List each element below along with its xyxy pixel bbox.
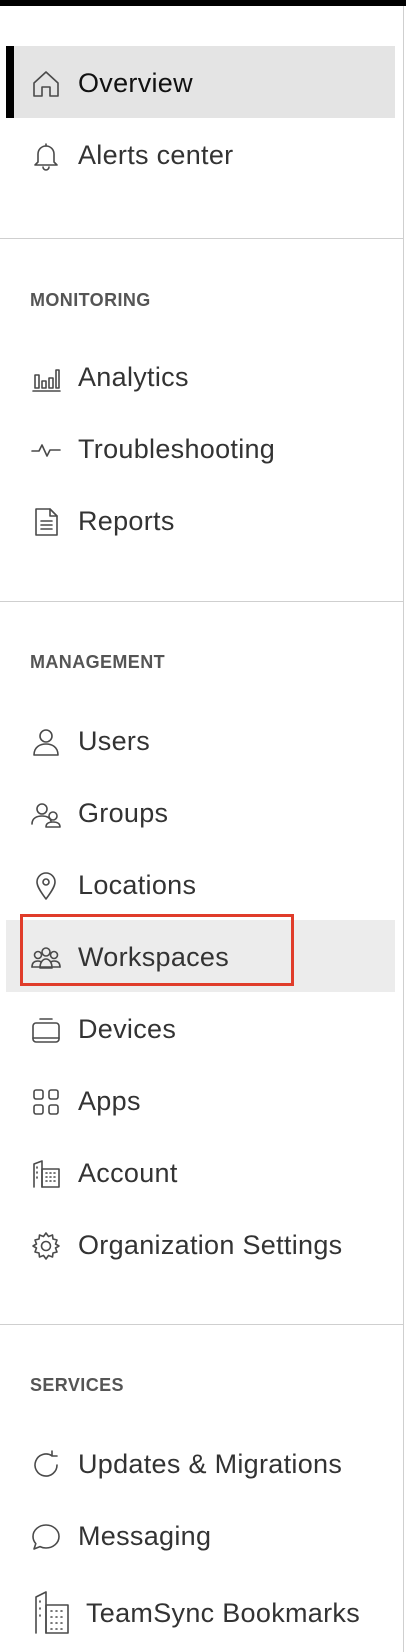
location-pin-icon	[30, 870, 62, 902]
section-divider	[0, 238, 403, 239]
bell-icon	[30, 140, 62, 172]
sidebar-item-organization-settings[interactable]: Organization Settings	[6, 1208, 395, 1280]
building-icon	[30, 1158, 62, 1190]
sidebar-item-label: Workspaces	[78, 942, 230, 972]
sidebar-item-label: Apps	[78, 1086, 141, 1116]
sidebar-item-overview[interactable]: Overview	[6, 46, 395, 118]
bookmark-building-icon	[30, 1589, 72, 1635]
sidebar-item-troubleshooting[interactable]: Troubleshooting	[6, 412, 395, 484]
sidebar-item-reports[interactable]: Reports	[6, 484, 395, 556]
sidebar-item-label: Reports	[78, 506, 175, 536]
sidebar-item-label: Overview	[78, 68, 193, 98]
apps-grid-icon	[30, 1086, 62, 1118]
sidebar-item-label: Account	[78, 1158, 178, 1188]
sidebar-nav: Overview Alerts center MONITORING Analyt…	[0, 6, 404, 1652]
section-divider	[0, 1324, 403, 1325]
sidebar-item-groups[interactable]: Groups	[6, 776, 395, 848]
sidebar-item-label: Updates & Migrations	[78, 1449, 343, 1479]
chat-bubble-icon	[30, 1521, 62, 1553]
sidebar-item-label: Groups	[78, 798, 169, 828]
section-title-monitoring: MONITORING	[30, 290, 151, 310]
sidebar-item-workspaces[interactable]: Workspaces	[6, 920, 395, 992]
gear-icon	[30, 1230, 62, 1262]
sidebar-item-label: Troubleshooting	[78, 434, 276, 464]
device-icon	[30, 1014, 62, 1046]
pulse-icon	[30, 434, 62, 466]
sidebar-item-devices[interactable]: Devices	[6, 992, 395, 1064]
sidebar-item-label: TeamSync Bookmarks	[86, 1598, 360, 1628]
sidebar-item-account[interactable]: Account	[6, 1136, 395, 1208]
refresh-icon	[30, 1449, 62, 1481]
document-icon	[30, 506, 62, 538]
workspaces-icon	[30, 942, 62, 974]
section-divider	[0, 601, 403, 602]
sidebar-item-apps[interactable]: Apps	[6, 1064, 395, 1136]
sidebar-item-teamsync-bookmarks[interactable]: TeamSync Bookmarks	[6, 1571, 395, 1652]
user-icon	[30, 726, 62, 758]
sidebar-item-label: Users	[78, 726, 151, 756]
sidebar-item-label: Analytics	[78, 362, 189, 392]
sidebar-item-analytics[interactable]: Analytics	[6, 340, 395, 412]
sidebar-item-label: Alerts center	[78, 140, 234, 170]
sidebar-item-messaging[interactable]: Messaging	[6, 1499, 395, 1571]
sidebar-item-label: Organization Settings	[78, 1230, 343, 1260]
sidebar-item-label: Devices	[78, 1014, 177, 1044]
sidebar-item-label: Messaging	[78, 1521, 212, 1551]
home-icon	[30, 68, 62, 100]
sidebar-item-label: Locations	[78, 870, 197, 900]
bar-chart-icon	[30, 362, 62, 394]
sidebar-item-updates-migrations[interactable]: Updates & Migrations	[6, 1427, 395, 1499]
sidebar-item-users[interactable]: Users	[6, 704, 395, 776]
sidebar-item-alerts-center[interactable]: Alerts center	[6, 118, 395, 190]
section-title-management: MANAGEMENT	[30, 652, 165, 672]
section-title-services: SERVICES	[30, 1375, 124, 1395]
sidebar-item-locations[interactable]: Locations	[6, 848, 395, 920]
users-icon	[30, 798, 62, 830]
